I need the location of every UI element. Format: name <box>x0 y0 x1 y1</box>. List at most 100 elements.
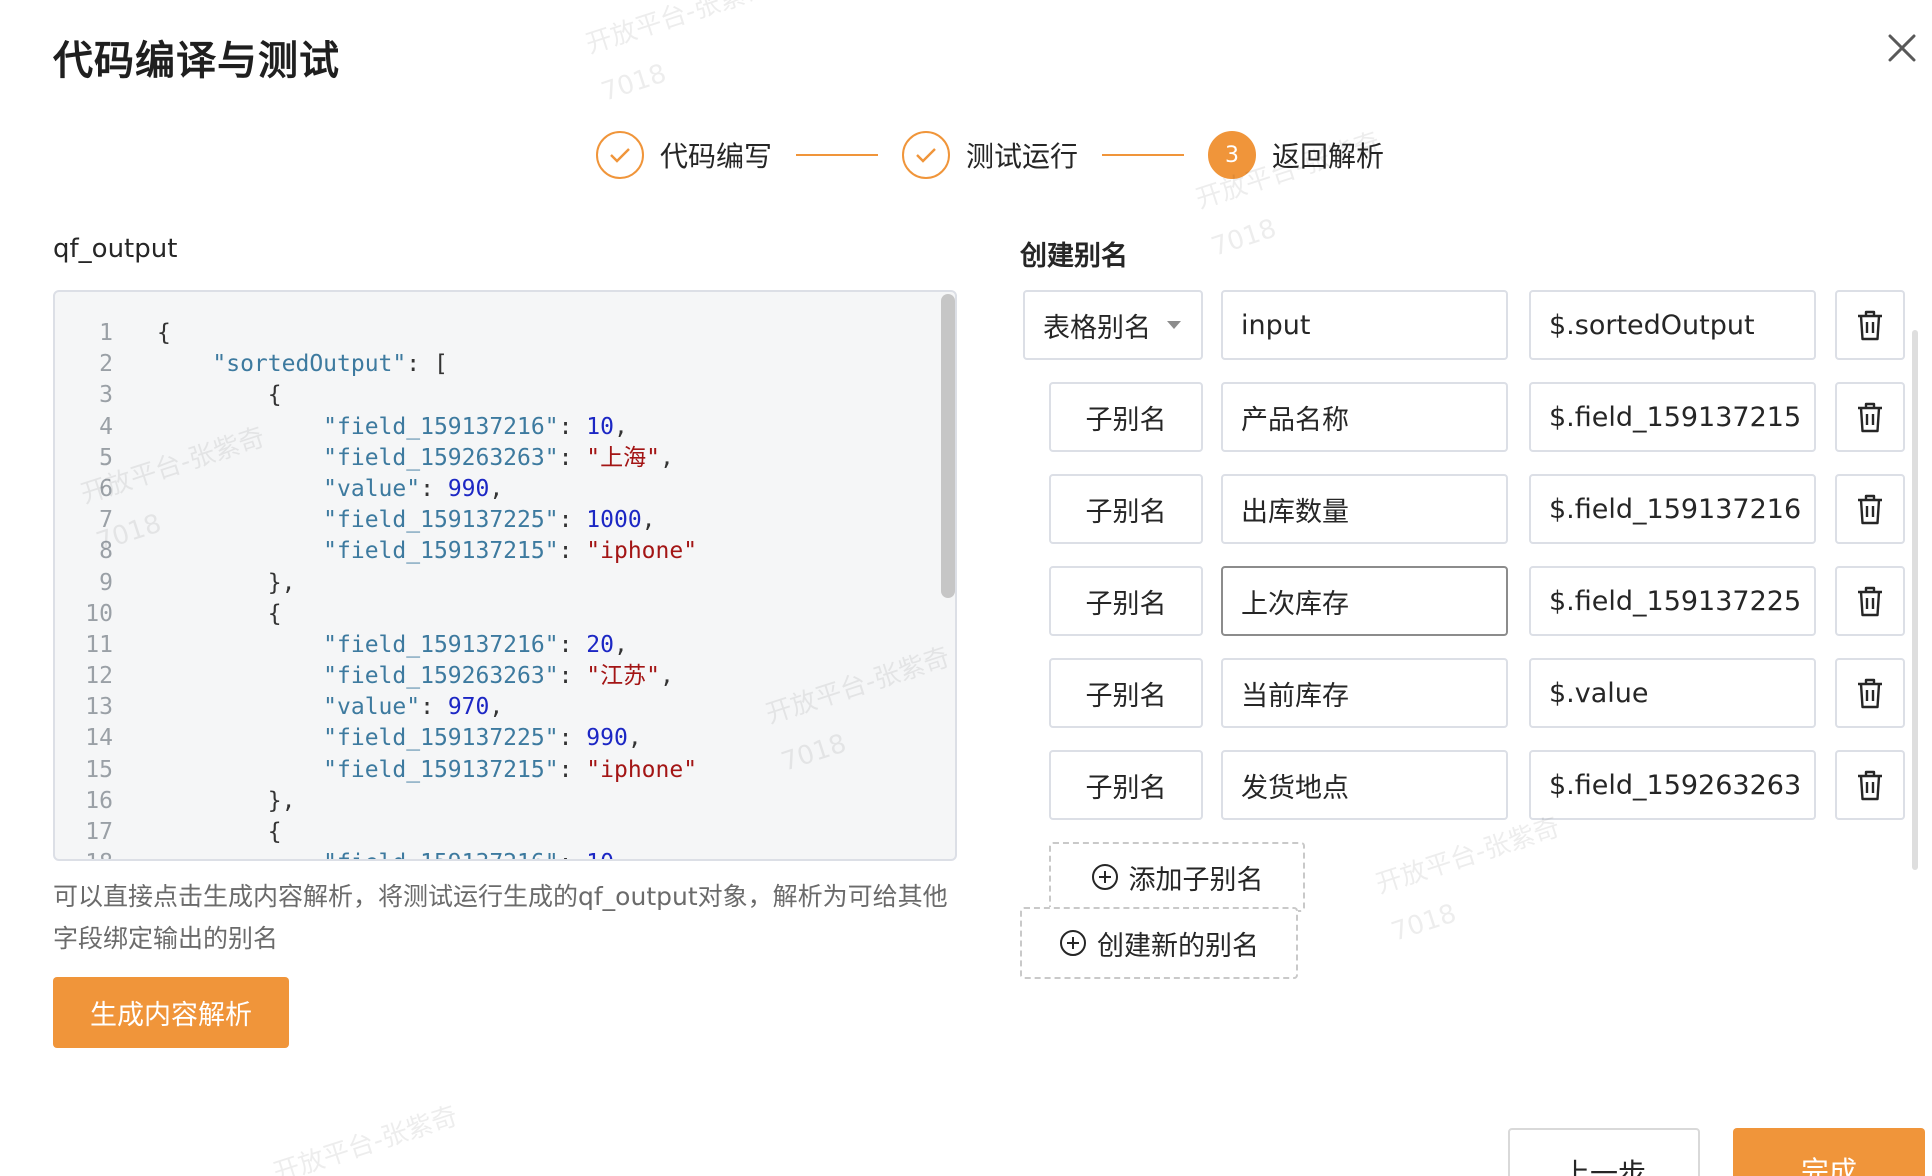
delete-sub-alias-button[interactable] <box>1835 750 1905 820</box>
sub-alias-name-input[interactable]: 当前库存 <box>1221 658 1508 728</box>
line-number: 18 <box>55 848 113 859</box>
alias-type-value: 表格别名 <box>1043 312 1151 344</box>
plus-circle-icon <box>1060 930 1086 956</box>
sub-alias-path-input[interactable]: $.field_159263263 <box>1529 750 1816 820</box>
code-line: 1{ <box>55 318 697 349</box>
code-line: 7 "field_159137225": 1000, <box>55 505 697 536</box>
code-line: 14 "field_159137225": 990, <box>55 723 697 754</box>
code-scrollbar[interactable] <box>941 294 955 598</box>
sub-alias-name-input[interactable]: 产品名称 <box>1221 382 1508 452</box>
code-compile-dialog: 代码编译与测试 代码编写 测试运行 3 返回解析 qf_output 1{2 "… <box>0 0 1932 1176</box>
code-text: "field_159137216": 10, <box>323 413 628 440</box>
alias-name-input[interactable]: input <box>1221 290 1508 360</box>
done-button[interactable]: 完成 <box>1733 1128 1925 1176</box>
code-line: 16 }, <box>55 786 697 817</box>
generate-parse-button[interactable]: 生成内容解析 <box>53 977 289 1048</box>
sub-alias-name-input[interactable]: 出库数量 <box>1221 474 1508 544</box>
code-line: 10 { <box>55 599 697 630</box>
delete-sub-alias-button[interactable] <box>1835 382 1905 452</box>
line-number: 11 <box>85 631 113 658</box>
trash-icon <box>1858 402 1882 433</box>
code-line: 18 "field_159137216": 10, <box>55 848 697 859</box>
code-line: 13 "value": 970, <box>55 692 697 723</box>
code-text: "value": 990, <box>323 475 504 502</box>
delete-sub-alias-button[interactable] <box>1835 474 1905 544</box>
code-text: { <box>157 320 171 346</box>
code-line: 9 }, <box>55 568 697 599</box>
step-label: 返回解析 <box>1272 140 1385 173</box>
trash-icon <box>1858 494 1882 525</box>
sub-alias-path-input[interactable]: $.value <box>1529 658 1816 728</box>
code-text: "field_159137215": "iphone" <box>323 538 698 565</box>
prev-step-button[interactable]: 上一步 <box>1508 1128 1700 1176</box>
line-number: 14 <box>85 725 113 752</box>
caret-down-icon <box>1167 321 1181 329</box>
code-line: 8 "field_159137215": "iphone" <box>55 536 697 567</box>
sub-alias-name-input[interactable]: 上次库存 <box>1221 566 1508 636</box>
code-text: "field_159137216": 20, <box>323 631 628 658</box>
line-number: 9 <box>99 569 113 596</box>
step-label: 测试运行 <box>966 140 1079 173</box>
step-label: 代码编写 <box>660 140 773 173</box>
line-number: 2 <box>99 351 113 378</box>
add-sub-alias-label: 添加子别名 <box>1128 864 1264 896</box>
code-text: "field_159137216": 10, <box>113 848 628 859</box>
code-line: 6 "value": 990, <box>55 474 697 505</box>
code-text: { <box>157 819 282 845</box>
sub-alias-path-input[interactable]: $.field_159137216 <box>1529 474 1816 544</box>
plus-circle-icon <box>1091 864 1118 890</box>
check-icon <box>596 131 644 179</box>
add-sub-alias-button[interactable]: 添加子别名 <box>1049 842 1305 912</box>
step-connector <box>1102 154 1185 156</box>
step-code-write: 代码编写 <box>596 131 772 179</box>
line-number: 17 <box>85 819 113 845</box>
watermark: 开放平台-张紫奇7018 <box>582 0 774 108</box>
watermark: 开放平台-张紫奇 <box>270 1101 462 1176</box>
line-number: 10 <box>85 600 113 627</box>
sub-alias-tag[interactable]: 子别名 <box>1049 750 1203 820</box>
code-line: 12 "field_159263263": "江苏", <box>55 661 697 692</box>
steps-bar: 代码编写 测试运行 3 返回解析 <box>596 130 1384 180</box>
line-number: 1 <box>99 320 113 346</box>
trash-icon <box>1858 770 1882 801</box>
line-number: 3 <box>99 382 113 409</box>
line-number: 5 <box>99 444 113 471</box>
code-text: "field_159137215": "iphone" <box>323 756 698 783</box>
sub-alias-tag[interactable]: 子别名 <box>1049 474 1203 544</box>
line-number: 12 <box>85 663 113 690</box>
code-text: "field_159137225": 990, <box>323 725 642 752</box>
line-number: 8 <box>99 538 113 565</box>
code-viewer[interactable]: 1{2 "sortedOutput": [3 {4 "field_1591372… <box>53 290 957 861</box>
close-icon[interactable] <box>1884 30 1920 66</box>
code-text: "sortedOutput": [ <box>212 351 448 378</box>
delete-sub-alias-button[interactable] <box>1835 566 1905 636</box>
create-alias-title: 创建别名 <box>1020 241 1128 272</box>
sub-alias-tag[interactable]: 子别名 <box>1049 658 1203 728</box>
parse-hint: 可以直接点击生成内容解析，将测试运行生成的qf_output对象，解析为可给其他… <box>53 882 948 953</box>
step-number: 3 <box>1208 131 1257 179</box>
step-return-parse: 3 返回解析 <box>1208 131 1384 179</box>
code-line: 5 "field_159263263": "上海", <box>55 443 697 474</box>
sub-alias-tag[interactable]: 子别名 <box>1049 566 1203 636</box>
line-number: 7 <box>99 507 113 534</box>
trash-icon <box>1858 586 1882 617</box>
code-line: 11 "field_159137216": 20, <box>55 630 697 661</box>
trash-icon <box>1858 678 1882 709</box>
sub-alias-name-input[interactable]: 发货地点 <box>1221 750 1508 820</box>
watermark: 开放平台-张紫奇7018 <box>1372 812 1564 948</box>
sub-alias-path-input[interactable]: $.field_159137225 <box>1529 566 1816 636</box>
delete-alias-button[interactable] <box>1835 290 1905 360</box>
code-text: "field_159263263": "江苏", <box>323 663 674 690</box>
alias-type-select[interactable]: 表格别名 <box>1023 290 1203 360</box>
alias-path-input[interactable]: $.sortedOutput <box>1529 290 1816 360</box>
sub-alias-tag[interactable]: 子别名 <box>1049 382 1203 452</box>
delete-sub-alias-button[interactable] <box>1835 658 1905 728</box>
create-alias-button[interactable]: 创建新的别名 <box>1020 907 1298 979</box>
line-number: 6 <box>99 475 113 502</box>
dialog-title: 代码编译与测试 <box>53 38 340 84</box>
code-lines: 1{2 "sortedOutput": [3 {4 "field_1591372… <box>55 318 698 859</box>
trash-icon <box>1858 310 1882 341</box>
code-text: "field_159137225": 1000, <box>323 507 656 534</box>
alias-scrollbar[interactable] <box>1912 330 1918 870</box>
sub-alias-path-input[interactable]: $.field_159137215 <box>1529 382 1816 452</box>
